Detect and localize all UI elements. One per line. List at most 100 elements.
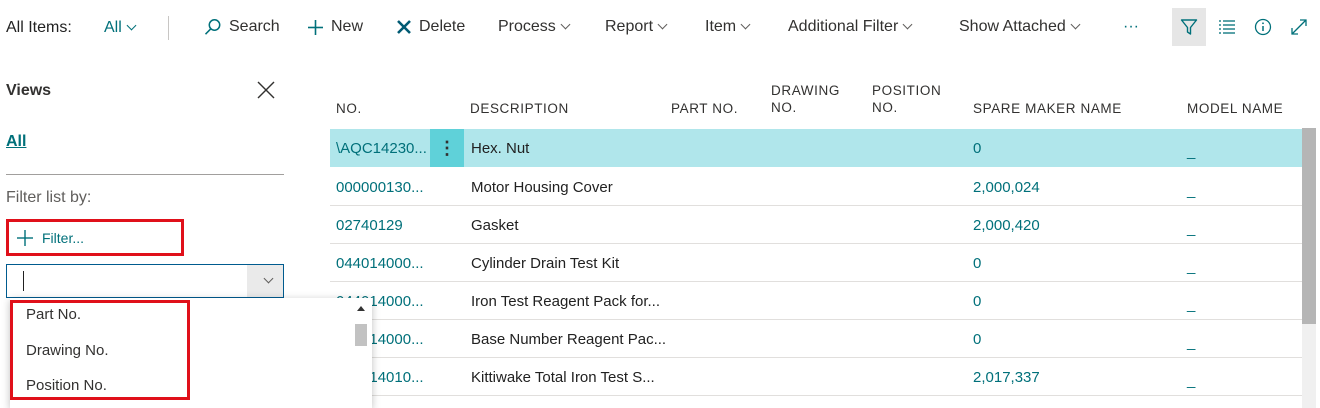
chevron-down-icon <box>560 19 571 30</box>
delete-button[interactable]: Delete <box>396 18 465 36</box>
cell-description: Gasket <box>471 217 519 234</box>
filter-field-input[interactable] <box>7 265 247 297</box>
cell-no[interactable]: \AQC14230... <box>336 140 427 157</box>
table-row[interactable]: 044014010... Kittiwake Total Iron Test S… <box>330 358 1302 396</box>
cell-model-name[interactable]: _ <box>1187 220 1195 237</box>
cell-model-name[interactable]: _ <box>1187 182 1195 199</box>
chevron-down-icon <box>657 19 668 30</box>
cell-spare-maker[interactable]: 0 <box>973 293 981 310</box>
add-filter-label: Filter... <box>42 229 85 246</box>
highlight-box <box>10 300 190 400</box>
filter-icon <box>1180 19 1198 35</box>
scroll-up-arrow-icon[interactable] <box>357 306 365 311</box>
cell-model-name[interactable]: _ <box>1187 143 1195 160</box>
table-row[interactable]: 000000130... Motor Housing Cover 2,000,0… <box>330 168 1302 206</box>
additional-filter-label: Additional Filter <box>788 18 899 35</box>
cell-spare-maker[interactable]: 2,017,337 <box>973 369 1040 386</box>
info-button[interactable] <box>1246 8 1280 46</box>
cell-spare-maker[interactable]: 2,000,420 <box>973 217 1040 234</box>
process-menu[interactable]: Process <box>498 18 571 36</box>
view-selector[interactable]: All <box>104 19 137 37</box>
table-row[interactable]: 044014000... Cylinder Drain Test Kit 0 _ <box>330 244 1302 282</box>
cell-model-name[interactable]: _ <box>1187 258 1195 275</box>
column-header-spare-maker-name[interactable]: SPARE MAKER NAME <box>973 100 1122 117</box>
report-menu[interactable]: Report <box>605 18 668 36</box>
dropdown-toggle[interactable] <box>247 265 283 297</box>
additional-filter-menu[interactable]: Additional Filter <box>788 18 913 36</box>
cell-description: Motor Housing Cover <box>471 179 613 196</box>
add-filter-button[interactable]: Filter... <box>6 219 184 256</box>
column-header-no[interactable]: NO. <box>336 100 362 117</box>
new-button[interactable]: New <box>307 18 363 36</box>
pane-divider <box>6 174 284 175</box>
chevron-down-icon <box>902 19 913 30</box>
chevron-down-icon <box>1070 19 1081 30</box>
table-row[interactable]: \AQC14230... ⋮ Hex. Nut 0 _ <box>330 129 1302 167</box>
cell-description: Cylinder Drain Test Kit <box>471 255 620 272</box>
show-attached-menu[interactable]: Show Attached <box>959 18 1081 36</box>
row-actions-button[interactable]: ⋮ <box>430 129 464 167</box>
cell-no[interactable]: 02740129 <box>336 217 403 234</box>
column-header-drawing-line1: DRAWING <box>771 83 840 98</box>
column-header-part-no[interactable]: PART NO. <box>671 100 738 117</box>
chevron-down-icon <box>263 273 273 284</box>
cell-description: Iron Test Reagent Pack for... <box>471 293 660 310</box>
cell-no[interactable]: 044014000... <box>336 255 424 272</box>
column-header-position-no[interactable]: POSITION NO. <box>872 82 941 116</box>
new-label: New <box>331 18 364 35</box>
cell-description: Kittiwake Total Iron Test S... <box>471 369 655 386</box>
filter-list-by-label: Filter list by: <box>6 189 92 206</box>
column-header-model-name[interactable]: MODEL NAME <box>1187 100 1283 117</box>
scrollbar-thumb[interactable] <box>1302 128 1316 324</box>
view-selector-label: All <box>104 19 122 36</box>
dropdown-scrollbar[interactable] <box>354 302 368 406</box>
column-header-drawing-no[interactable]: DRAWING NO. <box>771 82 840 116</box>
expand-icon <box>1291 19 1307 35</box>
plus-icon <box>17 229 33 246</box>
column-header-position-line1: POSITION <box>872 83 942 98</box>
view-all-link[interactable]: All <box>6 133 26 151</box>
search-icon <box>204 19 221 35</box>
item-menu[interactable]: Item <box>705 18 751 36</box>
more-actions-button[interactable]: ··· <box>1123 18 1139 36</box>
views-title: Views <box>6 82 52 99</box>
cell-spare-maker[interactable]: 0 <box>973 140 981 157</box>
delete-label: Delete <box>419 18 466 35</box>
table-row[interactable]: 02740129 Gasket 2,000,420 _ <box>330 206 1302 244</box>
expand-button[interactable] <box>1282 8 1316 46</box>
grid-scrollbar[interactable] <box>1302 128 1316 408</box>
table-row[interactable]: 044014000... Iron Test Reagent Pack for.… <box>330 282 1302 320</box>
more-actions-label: ··· <box>1123 18 1139 35</box>
toolbar-divider <box>168 16 169 40</box>
process-label: Process <box>498 18 556 35</box>
close-icon[interactable] <box>256 80 276 100</box>
list-view-button[interactable] <box>1210 8 1244 46</box>
filter-field-dropdown: Part No. Drawing No. Position No. <box>10 298 372 408</box>
search-label: Search <box>229 18 280 35</box>
item-label: Item <box>705 18 737 35</box>
column-header-description[interactable]: DESCRIPTION <box>470 100 569 117</box>
chevron-down-icon <box>740 19 751 30</box>
cell-spare-maker[interactable]: 0 <box>973 255 981 272</box>
chevron-down-icon <box>126 20 137 31</box>
filter-field-combobox[interactable] <box>6 264 284 298</box>
page-title: All Items: <box>6 19 72 36</box>
show-attached-label: Show Attached <box>959 18 1066 35</box>
filter-pane-toggle[interactable] <box>1172 8 1206 46</box>
list-icon <box>1219 20 1235 34</box>
vertical-ellipsis-icon: ⋮ <box>438 138 456 158</box>
cell-model-name[interactable]: _ <box>1187 296 1195 313</box>
plus-icon <box>308 19 323 35</box>
cell-spare-maker[interactable]: 0 <box>973 331 981 348</box>
scrollbar-thumb[interactable] <box>355 324 367 346</box>
search-button[interactable]: Search <box>204 18 280 36</box>
cell-spare-maker[interactable]: 2,000,024 <box>973 179 1040 196</box>
items-grid: NO. DESCRIPTION PART NO. DRAWING NO. POS… <box>330 58 1320 408</box>
cell-model-name[interactable]: _ <box>1187 334 1195 351</box>
cell-description: Hex. Nut <box>471 140 530 157</box>
action-bar: All Items: All Search New Delete Process… <box>0 0 1320 58</box>
cell-no[interactable]: 000000130... <box>336 179 424 196</box>
cell-model-name[interactable]: _ <box>1187 372 1195 389</box>
table-row[interactable]: 044014000... Base Number Reagent Pac... … <box>330 320 1302 358</box>
info-icon <box>1254 18 1272 36</box>
